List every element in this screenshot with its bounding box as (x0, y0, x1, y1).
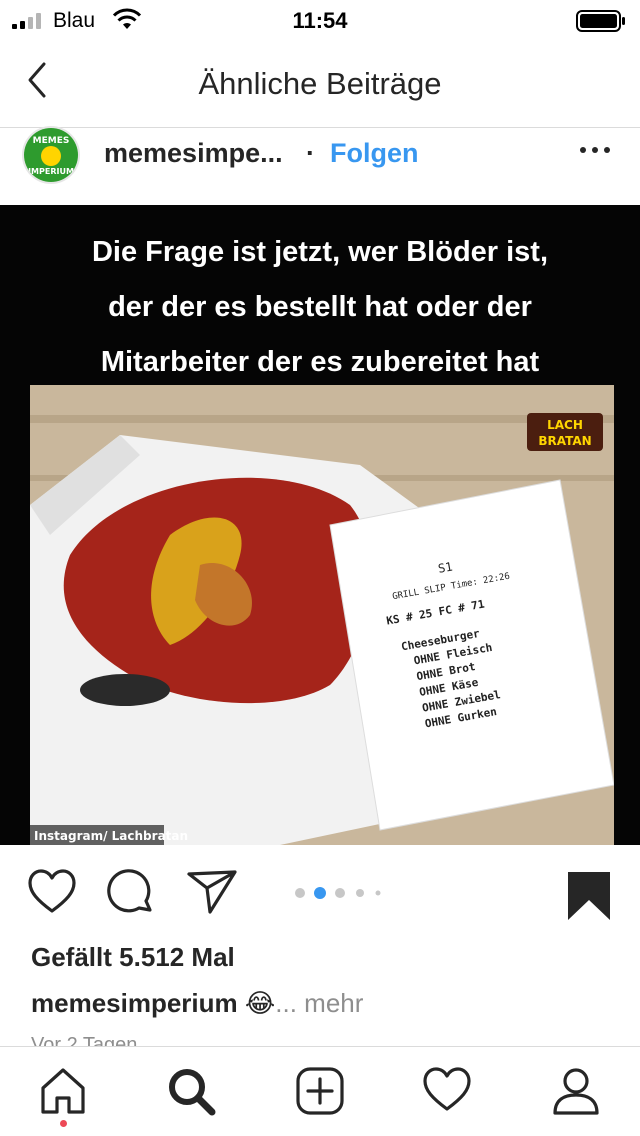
post-username[interactable]: memesimpe... (104, 138, 283, 169)
bookmark-icon[interactable] (566, 870, 612, 922)
image-caption-line: der der es bestellt hat oder der (108, 291, 532, 323)
comment-icon[interactable] (106, 868, 156, 918)
like-count[interactable]: Gefällt 5.512 Mal (31, 942, 235, 973)
clock: 11:54 (292, 8, 348, 33)
battery-icon (576, 10, 625, 32)
carousel-dot-active (314, 887, 326, 899)
image-caption-line: Mitarbeiter der es zubereitet hat (100, 346, 540, 378)
search-icon[interactable] (166, 1066, 216, 1116)
caption-text: 😂 (244, 988, 276, 1018)
avatar-image: MEMES IMPERIUM (24, 128, 78, 182)
profile-icon[interactable] (551, 1066, 601, 1116)
post-caption: memesimperium 😂... mehr (31, 988, 363, 1019)
notification-dot (60, 1120, 67, 1127)
logo-text-top: LACH (547, 418, 583, 432)
avatar-label-top: MEMES (33, 136, 70, 146)
plus-square-icon[interactable] (295, 1066, 345, 1116)
image-watermark: Instagram/ Lachbratan (34, 829, 188, 843)
carousel-dot (375, 890, 381, 896)
avatar[interactable]: MEMES IMPERIUM (22, 126, 80, 184)
image-caption-line: Die Frage ist jetzt, wer Blöder ist, (91, 236, 549, 268)
separator-dot: · (306, 138, 315, 168)
logo-text-bottom: BRATAN (538, 434, 591, 448)
share-direct-icon[interactable] (186, 866, 238, 916)
image-caption: Die Frage ist jetzt, wer Blöder ist, der… (0, 225, 640, 390)
home-icon[interactable] (38, 1066, 88, 1116)
carousel-dot (356, 889, 364, 897)
follow-button[interactable]: Folgen (330, 138, 419, 169)
more-options-icon[interactable] (578, 140, 612, 160)
carousel-dot (335, 888, 345, 898)
post-image[interactable]: Die Frage ist jetzt, wer Blöder ist, der… (0, 205, 640, 845)
like-heart-icon[interactable] (27, 868, 77, 918)
page-title: Ähnliche Beiträge (198, 66, 442, 101)
status-bar: Blau 11:54 (0, 0, 640, 40)
avatar-label-bottom: IMPERIUM (28, 167, 74, 176)
receipt-line: S1 (437, 560, 454, 576)
more-link[interactable]: ... mehr (275, 988, 363, 1018)
carousel-dot (295, 888, 305, 898)
carousel-indicator (295, 887, 381, 899)
caption-username[interactable]: memesimperium (31, 988, 238, 1018)
heart-icon[interactable] (422, 1066, 472, 1116)
photo-illustration: LACH BRATAN S1 GRILL SLIP Time: 22:26 KS… (30, 385, 614, 845)
